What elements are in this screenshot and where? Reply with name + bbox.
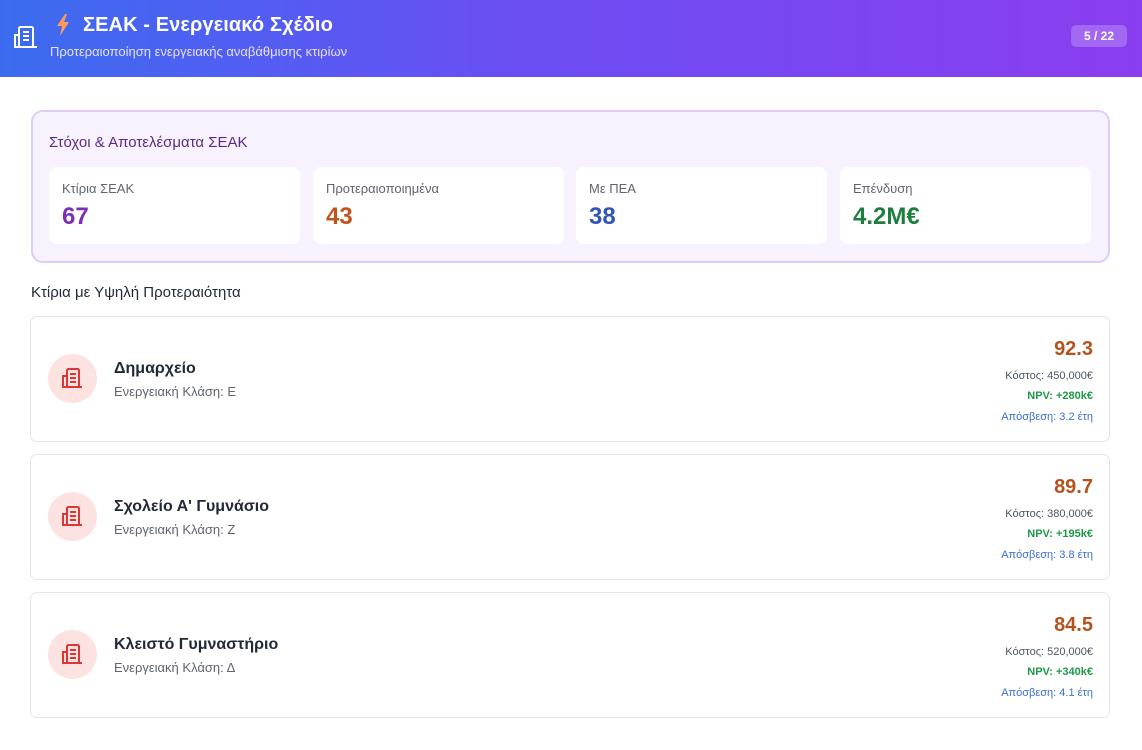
stat-value: 67 <box>62 203 89 230</box>
building-npv: NPV: +195k€ <box>1027 528 1093 540</box>
building-energy-class: Ενεργειακή Κλάση: Ε <box>114 384 237 399</box>
stat-label: Με ΠΕΑ <box>589 181 636 196</box>
priority-section-title: Κτίρια με Υψηλή Προτεραιότητα <box>31 284 241 301</box>
stat-label: Προτεραιοποιημένα <box>326 181 440 196</box>
building-payback: Απόσβεση: 3.8 έτη <box>1001 549 1093 561</box>
page-title: ΣΕΑΚ - Ενεργειακό Σχέδιο <box>83 14 333 36</box>
building-icon-badge <box>48 492 97 541</box>
stat-card-with-pea: Με ΠΕΑ 38 <box>576 167 827 244</box>
building-icon <box>62 644 82 664</box>
building-cost: Κόστος: 380,000€ <box>1005 508 1093 520</box>
building-cost: Κόστος: 520,000€ <box>1005 646 1093 658</box>
stat-value: 4.2M€ <box>853 203 920 230</box>
stat-card-prioritized: Προτεραιοποιημένα 43 <box>313 167 564 244</box>
priority-score: 89.7 <box>1054 476 1093 498</box>
building-name: Δημαρχείο <box>114 360 196 377</box>
building-card-gym[interactable]: Κλειστό Γυμναστήριο Ενεργειακή Κλάση: Δ … <box>30 592 1110 718</box>
building-icon <box>14 26 37 48</box>
building-npv: NPV: +340k€ <box>1027 666 1093 678</box>
building-card-school[interactable]: Σχολείο Α' Γυμνάσιο Ενεργειακή Κλάση: Ζ … <box>30 454 1110 580</box>
priority-score: 84.5 <box>1054 614 1093 636</box>
building-payback: Απόσβεση: 4.1 έτη <box>1001 687 1093 699</box>
building-energy-class: Ενεργειακή Κλάση: Ζ <box>114 522 236 537</box>
building-energy-class: Ενεργειακή Κλάση: Δ <box>114 660 236 675</box>
building-card-town-hall[interactable]: Δημαρχείο Ενεργειακή Κλάση: Ε 92.3 Κόστο… <box>30 316 1110 442</box>
stat-label: Επένδυση <box>853 181 913 196</box>
building-name: Σχολείο Α' Γυμνάσιο <box>114 498 269 515</box>
app-header: ΣΕΑΚ - Ενεργειακό Σχέδιο Προτεραιοποίηση… <box>0 0 1142 77</box>
page-subtitle: Προτεραιοποίηση ενεργειακής αναβάθμισης … <box>50 44 348 59</box>
building-npv: NPV: +280k€ <box>1027 390 1093 402</box>
priority-score: 92.3 <box>1054 338 1093 360</box>
goals-title: Στόχοι & Αποτελέσματα ΣΕΑΚ <box>49 134 248 151</box>
goals-panel: Στόχοι & Αποτελέσματα ΣΕΑΚ Κτίρια ΣΕΑΚ 6… <box>31 110 1110 263</box>
building-icon <box>62 506 82 526</box>
building-payback: Απόσβεση: 3.2 έτη <box>1001 411 1093 423</box>
building-icon <box>62 368 82 388</box>
stat-value: 38 <box>589 203 616 230</box>
building-icon-badge <box>48 354 97 403</box>
building-icon-badge <box>48 630 97 679</box>
stat-label: Κτίρια ΣΕΑΚ <box>62 181 135 196</box>
stat-card-buildings: Κτίρια ΣΕΑΚ 67 <box>49 167 300 244</box>
building-name: Κλειστό Γυμναστήριο <box>114 636 279 653</box>
page-indicator-badge: 5 / 22 <box>1071 25 1127 47</box>
building-cost: Κόστος: 450,000€ <box>1005 370 1093 382</box>
lightning-bolt-icon <box>57 14 69 36</box>
stat-card-investment: Επένδυση 4.2M€ <box>840 167 1091 244</box>
stat-value: 43 <box>326 203 353 230</box>
